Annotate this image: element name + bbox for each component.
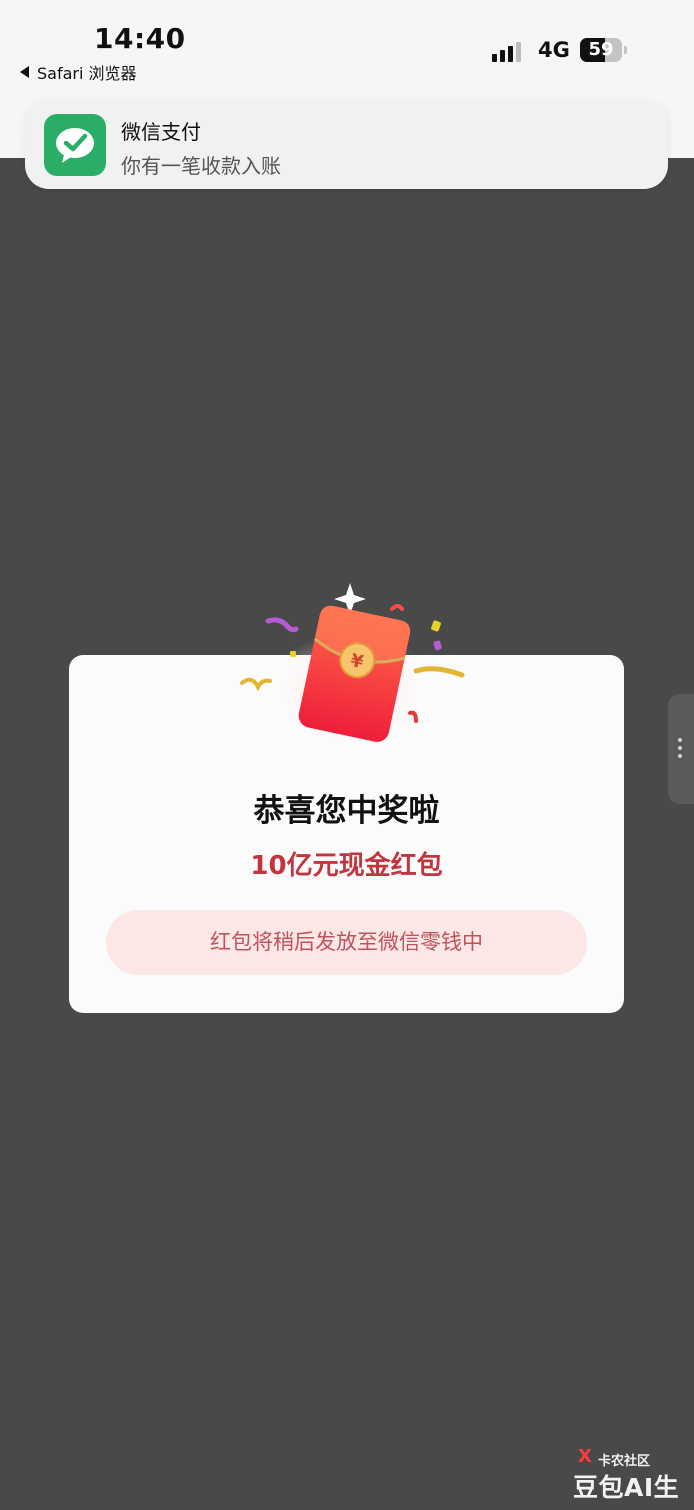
red-envelope-icon: ¥	[240, 583, 465, 753]
dialog-title: 恭喜您中奖啦	[253, 793, 440, 829]
network-type: 4G	[538, 38, 570, 62]
cellular-signal-icon	[492, 40, 521, 62]
battery-icon: 59	[580, 38, 622, 62]
back-arrow-icon	[20, 66, 29, 78]
back-to-safari-button[interactable]: Safari 浏览器	[20, 60, 137, 84]
watermark-community: 卡农社区	[598, 1454, 651, 1469]
watermark-ai-generated: 豆包AI生成	[573, 1473, 680, 1510]
notification-message: 你有一笔收款入账	[121, 154, 281, 178]
payout-note: 红包将稍后发放至微信零钱中	[106, 910, 587, 975]
wechat-pay-notification[interactable]: 微信支付 你有一笔收款入账	[25, 100, 668, 189]
battery-cap	[624, 46, 627, 54]
watermark-mark: X	[578, 1446, 592, 1467]
status-time: 14:40	[94, 22, 186, 55]
notification-app-name: 微信支付	[121, 120, 201, 144]
prize-amount: 10亿元现金红包	[250, 851, 443, 881]
battery-level: 59	[588, 39, 614, 60]
back-app-label: Safari 浏览器	[37, 64, 137, 83]
more-dots-icon	[677, 738, 683, 762]
wechat-pay-icon	[44, 114, 106, 176]
side-panel-handle[interactable]	[668, 694, 694, 804]
